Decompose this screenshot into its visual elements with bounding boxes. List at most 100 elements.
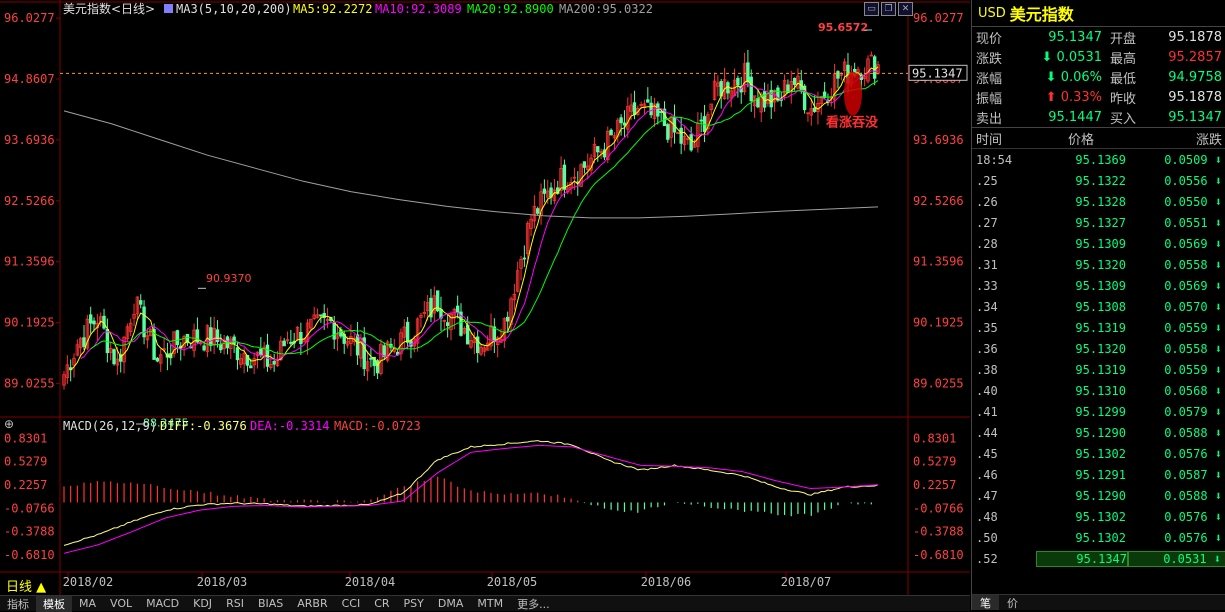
candle-body bbox=[666, 124, 670, 140]
quote-row: 现价 95.1347 开盘 95.1878 bbox=[972, 27, 1225, 47]
pattern-note: 看涨吞没 bbox=[826, 115, 879, 131]
indicator-tab[interactable]: PSY bbox=[397, 597, 431, 610]
tick-change: 0.0579 ⬇ bbox=[1164, 404, 1222, 419]
indicator-tab[interactable]: BIAS bbox=[251, 597, 290, 610]
indicator-tab[interactable]: 模板 bbox=[36, 595, 72, 612]
tick-time: .44 bbox=[976, 425, 998, 440]
quote-value: ⬇ 0.0531 bbox=[1041, 49, 1102, 65]
quote-label: 开盘 bbox=[1110, 31, 1137, 47]
tick-price: 95.1309 bbox=[1075, 278, 1126, 293]
candle-body bbox=[756, 98, 760, 108]
tick-price: 95.1320 bbox=[1075, 257, 1126, 272]
quote-footer-tab[interactable]: 笔 bbox=[972, 595, 999, 610]
close-icon[interactable]: ✕ bbox=[898, 2, 913, 16]
tick-change: 0.0559 ⬇ bbox=[1164, 320, 1222, 335]
chart-title: 美元指数<日线> bbox=[63, 1, 155, 16]
tick-row[interactable]: .52 95.1347 0.0531 ⬇ bbox=[972, 548, 1225, 569]
tick-row[interactable]: .33 95.1309 0.0569 ⬇ bbox=[972, 275, 1225, 296]
tick-row[interactable]: .25 95.1322 0.0556 ⬇ bbox=[972, 170, 1225, 191]
indicator-tab[interactable]: MTM bbox=[470, 597, 510, 610]
quote-label: 涨幅 bbox=[976, 71, 1003, 87]
tick-row[interactable]: 18:54 95.1369 0.0509 ⬇ bbox=[972, 149, 1225, 170]
macd-dea-value: DEA:-0.3314 bbox=[250, 419, 329, 433]
quote-value: ⬇ 0.06% bbox=[1045, 69, 1102, 85]
tick-row[interactable]: .36 95.1320 0.0558 ⬇ bbox=[972, 338, 1225, 359]
tick-row[interactable]: .35 95.1319 0.0559 ⬇ bbox=[972, 317, 1225, 338]
quote-panel: USD 美元指数 现价 95.1347 开盘 95.1878 涨跌 ⬇ 0.0531 最高 9… bbox=[971, 0, 1225, 610]
candle-body bbox=[219, 343, 223, 351]
tick-row[interactable]: .48 95.1302 0.0576 ⬇ bbox=[972, 506, 1225, 527]
indicator-tab[interactable]: 指标 bbox=[0, 596, 36, 612]
quote-value: 95.1347 bbox=[1048, 29, 1102, 45]
tick-row[interactable]: .27 95.1327 0.0551 ⬇ bbox=[972, 212, 1225, 233]
indicator-tab[interactable]: MA bbox=[72, 597, 103, 610]
tick-price: 95.1302 bbox=[1075, 530, 1126, 545]
tick-time: .47 bbox=[976, 488, 998, 503]
tick-time: .41 bbox=[976, 404, 998, 419]
tick-row[interactable]: .41 95.1299 0.0579 ⬇ bbox=[972, 401, 1225, 422]
quote-row: 卖出 95.1447 买入 95.1347 bbox=[972, 107, 1225, 127]
kline-chart-area[interactable]: 96.027796.027794.860794.860793.693693.69… bbox=[0, 0, 970, 595]
indicator-tab[interactable]: 更多... bbox=[510, 596, 557, 612]
candle-body bbox=[792, 77, 797, 85]
tick-time: .31 bbox=[976, 257, 998, 272]
indicator-tab[interactable]: MACD bbox=[139, 597, 186, 610]
tick-row[interactable]: .34 95.1308 0.0570 ⬇ bbox=[972, 296, 1225, 317]
tick-change: 0.0559 ⬇ bbox=[1164, 362, 1222, 377]
tick-price: 95.1320 bbox=[1075, 341, 1126, 356]
candle-body bbox=[619, 117, 623, 124]
tick-list[interactable]: 18:54 95.1369 0.0509 ⬇ .25 95.1322 0.0556 ⬇ .2… bbox=[972, 149, 1225, 569]
tick-row[interactable]: .26 95.1328 0.0550 ⬇ bbox=[972, 191, 1225, 212]
swing-high-annotation: 90.9370 bbox=[206, 272, 252, 285]
tick-header-price: 价格 bbox=[1067, 132, 1094, 148]
quote-label: 买入 bbox=[1110, 111, 1137, 127]
candle-body bbox=[646, 99, 650, 103]
tick-row[interactable]: .44 95.1290 0.0588 ⬇ bbox=[972, 422, 1225, 443]
tick-row[interactable]: .45 95.1302 0.0576 ⬇ bbox=[972, 443, 1225, 464]
macd-label: MACD(26,12,9) bbox=[63, 419, 157, 433]
candle-body bbox=[249, 365, 253, 369]
tick-change: 0.0576 ⬇ bbox=[1164, 530, 1222, 545]
y-tick-label-right: 90.1925 bbox=[913, 316, 964, 330]
candle-body bbox=[319, 314, 323, 317]
tick-row[interactable]: .50 95.1302 0.0576 ⬇ bbox=[972, 527, 1225, 548]
quote-label: 涨跌 bbox=[976, 51, 1003, 67]
tick-row[interactable]: .38 95.1319 0.0559 ⬇ bbox=[972, 359, 1225, 380]
tick-price: 95.1322 bbox=[1075, 173, 1126, 188]
indicator-tab[interactable]: CCI bbox=[335, 597, 368, 610]
y-tick-label: 92.5266 bbox=[4, 194, 55, 208]
maximize-icon[interactable]: ▭ bbox=[864, 2, 879, 16]
tick-row[interactable]: .28 95.1309 0.0569 ⬇ bbox=[972, 233, 1225, 254]
tick-price: 95.1319 bbox=[1075, 362, 1126, 377]
tick-row[interactable]: .47 95.1290 0.0588 ⬇ bbox=[972, 485, 1225, 506]
indicator-tab[interactable]: KDJ bbox=[186, 597, 219, 610]
kline-chart[interactable]: 96.027796.027794.860794.860793.693693.69… bbox=[0, 0, 970, 595]
last-price-label: 95.1347 bbox=[912, 66, 963, 80]
quote-footer-tab[interactable]: 价 bbox=[999, 595, 1026, 610]
x-tick-label: 2018/06 bbox=[641, 575, 692, 589]
tick-price: 95.1319 bbox=[1075, 320, 1126, 335]
tick-row[interactable]: .31 95.1320 0.0558 ⬇ bbox=[972, 254, 1225, 275]
indicator-tab[interactable]: VOL bbox=[103, 597, 139, 610]
candle-body bbox=[259, 348, 263, 355]
macd-tick-label: 0.5279 bbox=[4, 455, 47, 469]
ma200-line bbox=[63, 110, 879, 219]
period-badge[interactable]: 日线 ▲ bbox=[6, 576, 46, 595]
quote-label: 振幅 bbox=[976, 91, 1003, 107]
candle-body bbox=[536, 208, 540, 214]
indicator-tab[interactable]: ARBR bbox=[290, 597, 334, 610]
tick-change: 0.0558 ⬇ bbox=[1164, 257, 1222, 272]
macd-tick-label-right: 0.8301 bbox=[913, 431, 956, 445]
indicator-tab[interactable]: CR bbox=[367, 597, 396, 610]
restore-icon[interactable]: ❐ bbox=[881, 2, 896, 16]
tick-change: 0.0556 ⬇ bbox=[1164, 173, 1222, 188]
candle-body bbox=[622, 122, 627, 126]
candle-body bbox=[679, 127, 683, 144]
tick-row[interactable]: .40 95.1310 0.0568 ⬇ bbox=[972, 380, 1225, 401]
quote-title: USD 美元指数 bbox=[972, 0, 1225, 27]
tick-row[interactable]: .46 95.1291 0.0587 ⬇ bbox=[972, 464, 1225, 485]
indicator-tab[interactable]: DMA bbox=[431, 597, 471, 610]
indicator-tab[interactable]: RSI bbox=[219, 597, 251, 610]
candle-body bbox=[726, 82, 730, 94]
tick-change: 0.0551 ⬇ bbox=[1164, 215, 1222, 230]
